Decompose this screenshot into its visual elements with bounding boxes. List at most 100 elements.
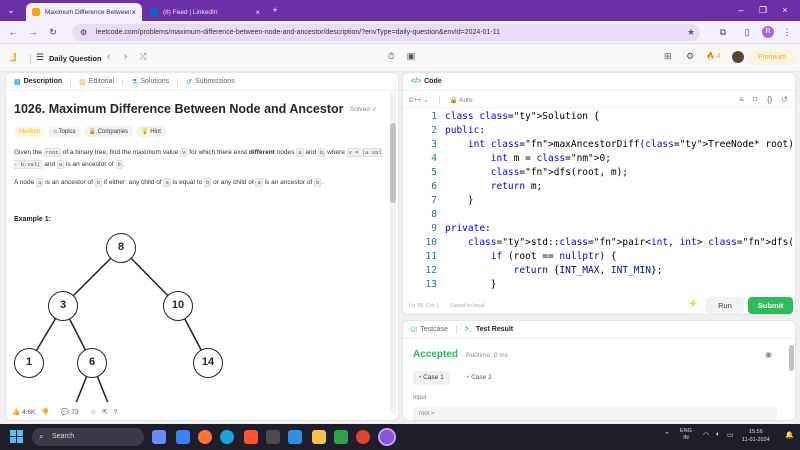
tab-submissions[interactable]: ↺ Submissions [186, 78, 235, 86]
problem-title[interactable]: 1026. Maximum Difference Between Node an… [14, 102, 344, 116]
tab-search-icon[interactable]: ⌄ [4, 3, 18, 17]
sidebar-icon[interactable]: ▯ [740, 25, 754, 39]
layout-icon[interactable]: ⊞ [664, 51, 672, 62]
firefox-icon[interactable] [198, 430, 212, 444]
terminal-icon: >_ [464, 326, 473, 333]
dislike-button[interactable]: 👎 [41, 408, 49, 416]
browser-menu-icon[interactable]: ⋮ [780, 25, 794, 39]
premium-button[interactable]: Premium [750, 50, 794, 65]
file-explorer-icon[interactable] [312, 430, 326, 444]
line-number: 4 [431, 153, 437, 164]
forward-icon[interactable]: → [26, 25, 40, 39]
terminal-app-icon[interactable] [266, 430, 280, 444]
chrome-profile-icon[interactable] [378, 428, 396, 446]
prev-problem-icon[interactable]: ‹ [107, 51, 110, 62]
case-2-tab[interactable]: • Case 2 [461, 371, 498, 385]
case-1-tab[interactable]: • Case 1 [413, 371, 450, 385]
tag-icon: ⌂ [53, 129, 57, 135]
code-line: } [445, 279, 497, 290]
user-avatar[interactable] [732, 51, 744, 63]
reset-icon[interactable]: ↺ [781, 95, 788, 104]
wifi-icon[interactable]: ◠ [703, 431, 709, 439]
profile-avatar[interactable]: R [762, 26, 774, 38]
bookmark-star-icon[interactable]: ★ [684, 25, 698, 39]
edge-icon[interactable] [220, 430, 234, 444]
tray-chevron-icon[interactable]: ⌃ [664, 431, 670, 439]
help-icon[interactable]: ? [114, 409, 118, 416]
tab-description[interactable]: ▤ Description [14, 78, 62, 86]
vscode-icon[interactable] [288, 430, 302, 444]
problem-list-icon[interactable]: ☰ [36, 52, 44, 63]
share-icon[interactable]: ⇱ [102, 408, 107, 416]
bookmark-icon[interactable]: ⌑ [753, 95, 757, 104]
leetcode-logo-icon[interactable]: ᒧ [10, 52, 22, 64]
close-tab-icon[interactable]: × [131, 8, 136, 17]
new-tab-icon[interactable]: + [268, 3, 282, 17]
scrollbar-thumb[interactable] [390, 123, 396, 203]
volume-icon[interactable]: ◖ [715, 431, 719, 438]
task-view-icon[interactable] [152, 430, 166, 444]
submit-button[interactable]: Submit [748, 297, 793, 314]
chrome-icon[interactable] [356, 430, 370, 444]
topics-tag[interactable]: ⌂ Topics [48, 127, 81, 137]
editor-toolbar: C++ ⌄ 🔒 Auto ≡ ⌑ {} ↺ [403, 92, 795, 108]
scrollbar[interactable] [390, 93, 396, 413]
language-indicator[interactable]: ENG IN [680, 428, 692, 442]
tree-node: 10 [163, 291, 193, 321]
notification-icon[interactable]: 🔔 [785, 431, 794, 439]
widgets-icon[interactable] [176, 430, 190, 444]
hint-tag[interactable]: 💡 Hint [136, 126, 166, 137]
daily-question-label[interactable]: Daily Question [49, 54, 102, 63]
reload-icon[interactable]: ↻ [46, 25, 60, 39]
next-problem-icon[interactable]: › [124, 51, 127, 62]
tab-solutions[interactable]: ⚗ Solutions [131, 78, 169, 86]
tab-editorial[interactable]: ▥ Editorial [79, 78, 114, 86]
tab-leetcode[interactable]: Maximum Difference Between N × [26, 3, 142, 21]
visibility-eye-icon[interactable]: ◉ [765, 350, 772, 359]
autocomplete-toggle[interactable]: 🔒 Auto [450, 96, 473, 104]
save-status: Saved to local [450, 303, 485, 309]
scrollbar-thumb[interactable] [789, 345, 794, 371]
comments-button[interactable]: 💬 73 [61, 408, 78, 416]
minimize-icon[interactable]: – [734, 3, 748, 17]
site-info-icon[interactable]: ⚙ [80, 24, 87, 41]
address-bar[interactable]: ⚙ leetcode.com/problems/maximum-differen… [72, 24, 700, 41]
timer-icon[interactable]: ⏱ [385, 51, 397, 63]
settings-gear-icon[interactable]: ⚙ [686, 51, 694, 62]
close-tab-icon[interactable]: × [255, 8, 260, 17]
close-window-icon[interactable]: × [778, 3, 792, 17]
input-value-box[interactable]: root = [413, 407, 777, 420]
battery-icon[interactable]: ▭ [727, 431, 734, 439]
app-icon[interactable] [334, 430, 348, 444]
code-line: return m; [490, 181, 543, 192]
tab-testcase[interactable]: ☑ Testcase [411, 326, 448, 334]
tab-code[interactable]: </> Code [411, 78, 442, 85]
brave-icon[interactable] [244, 430, 258, 444]
extensions-icon[interactable]: ⧉ [716, 25, 730, 39]
debug-icon[interactable]: ⚡ [688, 299, 698, 308]
clock[interactable]: 15:56 11-01-2024 [742, 428, 770, 444]
description-panel: ▤ Description ▥ Editorial ⚗ Solutions ↺ Subm… [5, 72, 399, 421]
code-editor[interactable]: 1 class class="ty">Solution {2 public: 3 in… [403, 110, 795, 293]
taskbar-search[interactable]: ⌕ Search [32, 428, 144, 446]
shuffle-icon[interactable]: ⤮ [140, 52, 146, 62]
line-number: 13 [425, 279, 437, 290]
code-line: class class="ty">Solution { [445, 111, 600, 122]
language-select[interactable]: C++ ⌄ [409, 96, 429, 104]
format-icon[interactable]: ≡ [739, 95, 744, 104]
back-icon[interactable]: ← [6, 25, 20, 39]
streak-counter[interactable]: 🔥 4 [706, 52, 721, 60]
tab-linkedin[interactable]: (8) Feed | LinkedIn × [144, 3, 266, 21]
windows-start-icon[interactable] [10, 430, 23, 443]
braces-icon[interactable]: {} [767, 95, 772, 104]
code-line: public: [445, 125, 486, 136]
code-line: int m = class="nm">0; [490, 153, 611, 164]
companies-tag[interactable]: 🔒 Companies [83, 126, 134, 137]
notes-icon[interactable]: ▣ [405, 51, 417, 63]
divider [30, 54, 31, 64]
like-button[interactable]: 👍 4.6K [12, 408, 35, 416]
maximize-icon[interactable]: ❐ [756, 3, 770, 17]
tab-test-result[interactable]: >_ Test Result [465, 326, 513, 333]
run-button[interactable]: Run [706, 297, 744, 314]
favorite-star-icon[interactable]: ☆ [91, 408, 97, 416]
